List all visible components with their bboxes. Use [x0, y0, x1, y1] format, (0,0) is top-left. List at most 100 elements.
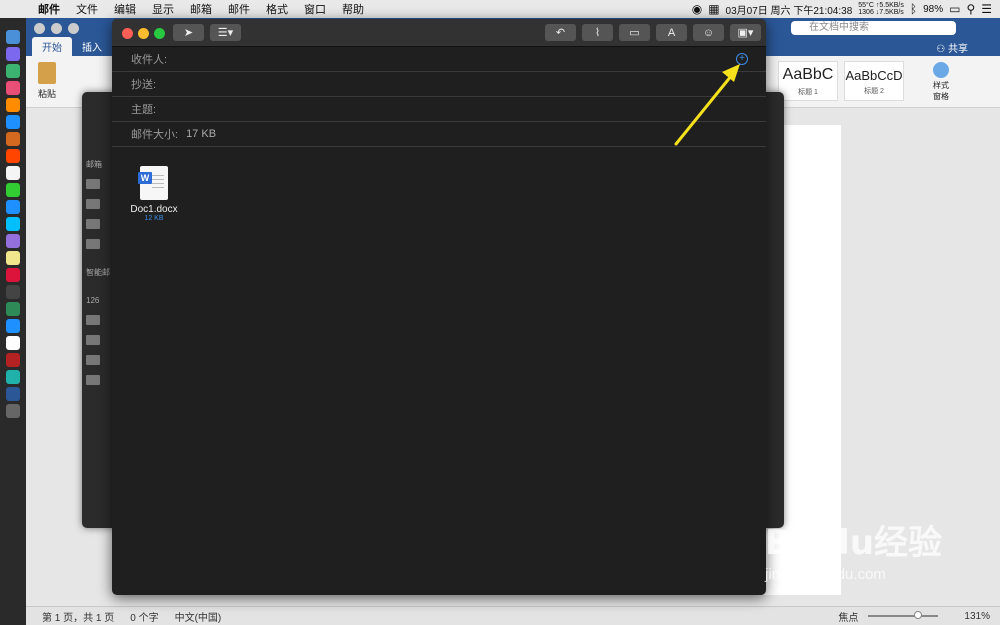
close-button[interactable]	[122, 28, 133, 39]
word-zoom-button[interactable]	[68, 22, 79, 34]
watermark-url: jingyan.baidu.com	[765, 566, 886, 583]
battery-icon: ▭	[949, 2, 961, 16]
menu-view[interactable]: 显示	[144, 1, 182, 17]
paste-button[interactable]: 粘贴	[32, 62, 62, 100]
language[interactable]: 中文(中国)	[175, 609, 222, 624]
zoom-slider[interactable]	[868, 611, 939, 619]
attach-button[interactable]: ⌇	[582, 24, 613, 41]
menu-help[interactable]: 帮助	[334, 1, 372, 17]
dock-app-icon[interactable]	[6, 234, 20, 248]
net-down: ↓7.5KB/s	[875, 9, 904, 16]
watermark-brand: Baidu经验	[765, 523, 943, 563]
style-sample: AaBbC	[782, 66, 834, 83]
wifi-icon[interactable]: ◉	[692, 2, 702, 16]
dock-app-icon[interactable]	[6, 302, 20, 316]
message-size-row: 邮件大小: 17 KB	[112, 122, 766, 147]
dock-app-icon[interactable]	[6, 319, 20, 333]
menu-app[interactable]: 邮件	[30, 1, 68, 17]
cc-field[interactable]: 抄送:	[112, 72, 766, 97]
word-count: 0 个字	[130, 612, 159, 624]
size-label: 邮件大小:	[131, 129, 179, 141]
style-pane-label: 样式 窗格	[933, 81, 949, 101]
zoom-knob[interactable]	[914, 611, 923, 619]
style-sample: AaBbCcD	[845, 68, 903, 83]
cc-label: 抄送:	[131, 79, 157, 91]
share-button[interactable]: ⚇ 共享	[936, 40, 968, 55]
font-icon: A	[667, 26, 676, 39]
subject-field[interactable]: 主题:	[112, 97, 766, 122]
archive-icon	[86, 219, 100, 229]
menu-file[interactable]: 文件	[68, 1, 106, 17]
notification-icon[interactable]: ☰	[981, 2, 992, 16]
emoji-button[interactable]: ☺	[693, 24, 724, 41]
focus-button[interactable]: 焦点	[838, 609, 858, 624]
dock-app-icon[interactable]	[6, 251, 20, 265]
folder-icon	[86, 355, 100, 365]
battery-level[interactable]: 98%	[923, 4, 943, 15]
menu-message[interactable]: 邮件	[220, 1, 258, 17]
watermark: Baidu经验 jingyan.baidu.com	[765, 515, 965, 605]
dock-app-icon[interactable]	[6, 285, 20, 299]
word-close-button[interactable]	[34, 22, 45, 34]
size-value: 17 KB	[186, 128, 217, 140]
dock-app-icon[interactable]	[6, 336, 20, 350]
tab-home[interactable]: 开始	[32, 37, 72, 56]
word-search-input[interactable]: 在文档中搜索	[791, 21, 956, 35]
compose-window: ➤ ☰▾ ↶ ⌇ ▭ A ☺ ▣▾ 收件人: + 抄送: 主题: 邮件大小: 1…	[112, 19, 766, 595]
attachment-size: 12 KB	[144, 215, 164, 222]
subject-label: 主题:	[131, 104, 157, 116]
paste-label: 粘贴	[37, 89, 56, 99]
clipboard-icon	[38, 62, 56, 84]
dock-app-icon[interactable]	[6, 217, 20, 231]
format-button[interactable]: A	[656, 24, 687, 41]
datetime[interactable]: 03月07日 周六 下午21:04:38	[726, 2, 853, 17]
tab-insert[interactable]: 插入	[72, 37, 112, 56]
dock-app-icon[interactable]	[6, 132, 20, 146]
system-stats[interactable]: 55°C ↑5.5KB/s 1306 ↓7.5KB/s	[858, 2, 904, 16]
menu-edit[interactable]: 编辑	[106, 1, 144, 17]
dock-app-icon[interactable]	[6, 64, 20, 78]
to-field[interactable]: 收件人: +	[112, 47, 766, 72]
header-fields-button[interactable]: ☰▾	[210, 24, 241, 41]
calendar-icon[interactable]: ▦	[708, 2, 719, 16]
dock-app-icon[interactable]	[6, 404, 20, 418]
style-heading-1[interactable]: AaBbC 标题 1	[778, 61, 838, 101]
minimize-button[interactable]	[138, 28, 149, 39]
word-doc-icon: W	[138, 166, 168, 200]
search-placeholder: 在文档中搜索	[809, 22, 869, 33]
dock-app-icon[interactable]	[6, 47, 20, 61]
dock-app-icon[interactable]	[6, 149, 20, 163]
send-icon: ➤	[183, 27, 194, 39]
menu-format[interactable]: 格式	[258, 1, 296, 17]
dock-app-icon[interactable]	[6, 115, 20, 129]
dock-app-icon[interactable]	[6, 268, 20, 282]
photo-icon: ▣▾	[737, 27, 754, 39]
send-button[interactable]: ➤	[173, 24, 204, 41]
attachment[interactable]: W Doc1.docx 12 KB	[130, 166, 178, 222]
dock-app-icon[interactable]	[6, 370, 20, 384]
style-heading-2[interactable]: AaBbCcD 标题 2	[844, 61, 904, 101]
reply-button[interactable]: ↶	[545, 24, 576, 41]
folder-icon	[86, 375, 100, 385]
dock-app-icon[interactable]	[6, 81, 20, 95]
dock-app-icon[interactable]	[6, 98, 20, 112]
menu-window[interactable]: 窗口	[296, 1, 334, 17]
bluetooth-icon[interactable]: ᛒ	[910, 2, 917, 16]
zoom-button[interactable]	[154, 28, 165, 39]
word-minimize-button[interactable]	[51, 22, 62, 34]
dock-app-icon[interactable]	[6, 166, 20, 180]
header-button[interactable]: ▭	[619, 24, 650, 41]
style-pane-button[interactable]: 样式 窗格	[924, 62, 958, 102]
photo-browser-button[interactable]: ▣▾	[730, 24, 761, 41]
spotlight-icon[interactable]: ⚲	[966, 2, 975, 16]
annotation-arrow	[674, 64, 740, 146]
dock-app-icon[interactable]	[6, 200, 20, 214]
cpu-temp: 55°C	[858, 2, 874, 9]
dock-app-icon[interactable]	[6, 183, 20, 197]
menu-mailbox[interactable]: 邮箱	[182, 1, 220, 17]
dock-app-icon[interactable]	[6, 353, 20, 367]
folder-icon	[86, 315, 100, 325]
dock-app-icon[interactable]	[6, 387, 20, 401]
style-pane-icon	[933, 62, 949, 78]
dock-app-icon[interactable]	[6, 30, 20, 44]
